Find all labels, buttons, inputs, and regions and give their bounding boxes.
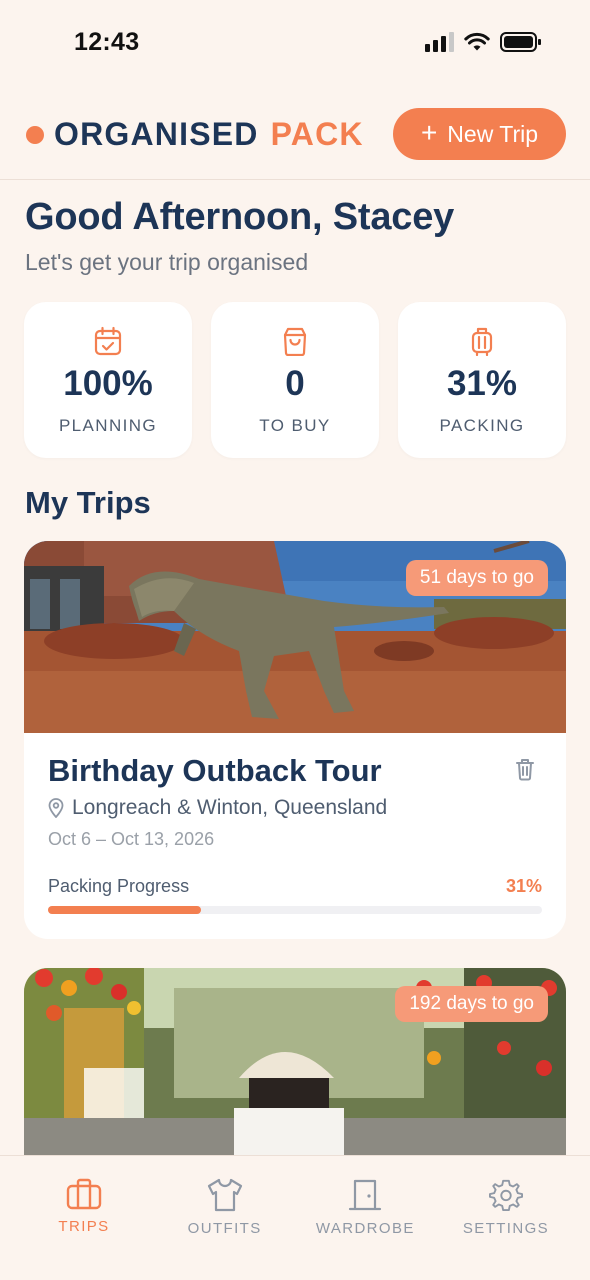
logo-dot [26, 125, 44, 144]
status-icons [425, 32, 542, 52]
app-header: ORGANISED PACK + New Trip [0, 100, 590, 180]
nav-label: OUTFITS [187, 1220, 262, 1237]
door-icon [349, 1179, 382, 1211]
nav-label: TRIPS [58, 1218, 110, 1235]
trip-location-text: Longreach & Winton, Queensland [72, 796, 388, 819]
packing-progress-label: Packing Progress [48, 876, 190, 896]
status-time: 12:43 [74, 28, 140, 56]
nav-item-outfits[interactable]: OUTFITS [165, 1156, 285, 1280]
stat-value: 100% [63, 364, 153, 403]
nav-item-trips[interactable]: TRIPS [24, 1156, 144, 1280]
trash-icon[interactable] [514, 757, 536, 781]
stat-label: PACKING [439, 416, 525, 435]
logo-word-pack: PACK [270, 116, 364, 152]
greeting-title: Good Afternoon, Stacey [25, 196, 455, 238]
stats-row: 100% PLANNING 0 TO BUY 31% PACKING [24, 302, 566, 458]
signal-icon [425, 32, 454, 52]
days-to-go-badge: 192 days to go [395, 986, 548, 1022]
plus-icon: + [420, 117, 438, 148]
map-pin-icon [48, 798, 64, 818]
logo-word-organised: ORGANISED [54, 116, 259, 152]
briefcase-icon [66, 1178, 102, 1210]
my-trips-title: My Trips [25, 485, 151, 520]
trip-title: Birthday Outback Tour [48, 753, 382, 788]
greeting-subtitle: Let's get your trip organised [25, 249, 309, 275]
stat-value: 31% [446, 364, 518, 403]
battery-icon [500, 32, 541, 52]
packing-progress-fill [48, 906, 202, 914]
trip-dates: Oct 6 – Oct 13, 2026 [48, 829, 215, 849]
trip-image: 51 days to go [24, 541, 566, 733]
nav-label: SETTINGS [462, 1220, 550, 1237]
gear-icon [488, 1179, 523, 1212]
shirt-icon [207, 1178, 242, 1212]
stat-card-packing[interactable]: 31% PACKING [398, 302, 566, 458]
packing-progress-bar [48, 906, 542, 914]
packing-progress-value: 31% [505, 876, 542, 896]
stat-card-to-buy[interactable]: 0 TO BUY [211, 302, 379, 458]
bottom-nav: TRIPS OUTFITS WARDROBE SETTINGS [0, 1155, 590, 1280]
trip-location: Longreach & Winton, Queensland [48, 796, 387, 820]
luggage-icon [471, 327, 493, 356]
status-bar: 12:43 [0, 0, 590, 88]
trip-card[interactable]: 51 days to go Birthday Outback Tour Long… [24, 541, 566, 939]
shopping-bag-icon [283, 327, 307, 356]
stat-value: 0 [285, 364, 305, 403]
nav-item-settings[interactable]: SETTINGS [446, 1156, 566, 1280]
wifi-icon [464, 32, 490, 51]
calendar-check-icon [94, 326, 122, 356]
stat-card-planning[interactable]: 100% PLANNING [24, 302, 192, 458]
new-trip-label: New Trip [447, 120, 539, 147]
nav-label: WARDROBE [315, 1220, 415, 1237]
new-trip-button[interactable]: + New Trip [393, 108, 566, 160]
stat-label: TO BUY [259, 416, 331, 435]
stat-label: PLANNING [58, 416, 158, 435]
days-to-go-badge: 51 days to go [405, 560, 548, 596]
logo: ORGANISED PACK [26, 116, 364, 153]
nav-item-wardrobe[interactable]: WARDROBE [305, 1156, 425, 1280]
